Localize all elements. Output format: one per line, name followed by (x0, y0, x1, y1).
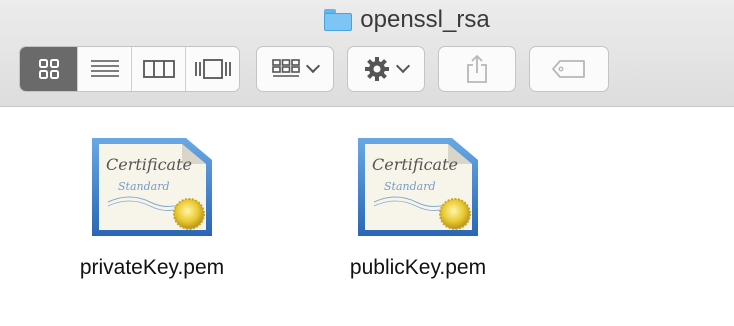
file-name: privateKey.pem (79, 256, 225, 279)
tag-button[interactable] (530, 47, 608, 91)
share-icon (467, 54, 487, 83)
svg-text:Standard: Standard (118, 180, 170, 193)
certificate-icon: Certificate Standard (358, 138, 478, 236)
window-title-bar: openssl_rsa (0, 6, 734, 38)
arrange-button[interactable] (257, 47, 333, 91)
chevron-down-icon (305, 58, 321, 74)
window-title: openssl_rsa (360, 6, 490, 33)
file-item[interactable]: Certificate Standard publicKey.pem (323, 132, 513, 280)
folder-icon (324, 9, 353, 31)
columns-icon (142, 60, 175, 78)
action-button[interactable] (348, 47, 424, 91)
icon-view-button[interactable] (20, 47, 78, 91)
tag-icon (552, 60, 585, 78)
list-icon (90, 60, 119, 77)
svg-text:Certificate: Certificate (106, 155, 192, 174)
coverflow-icon (194, 59, 231, 79)
certificate-icon: Certificate Standard (92, 138, 212, 236)
file-item[interactable]: Certificate Standard privateKey.pem (57, 132, 247, 280)
share-button[interactable] (439, 47, 515, 91)
view-mode-selector (20, 47, 239, 91)
chevron-down-icon (395, 58, 411, 74)
svg-text:Certificate: Certificate (372, 155, 458, 174)
gear-icon (365, 57, 389, 81)
column-view-button[interactable] (132, 47, 186, 91)
cover-flow-view-button[interactable] (186, 47, 239, 91)
finder-toolbar: openssl_rsa (0, 0, 734, 107)
grid-icon (38, 59, 59, 79)
file-name: publicKey.pem (349, 256, 487, 279)
list-view-button[interactable] (78, 47, 132, 91)
svg-text:Standard: Standard (384, 180, 436, 193)
arrange-grid-icon (272, 59, 300, 77)
